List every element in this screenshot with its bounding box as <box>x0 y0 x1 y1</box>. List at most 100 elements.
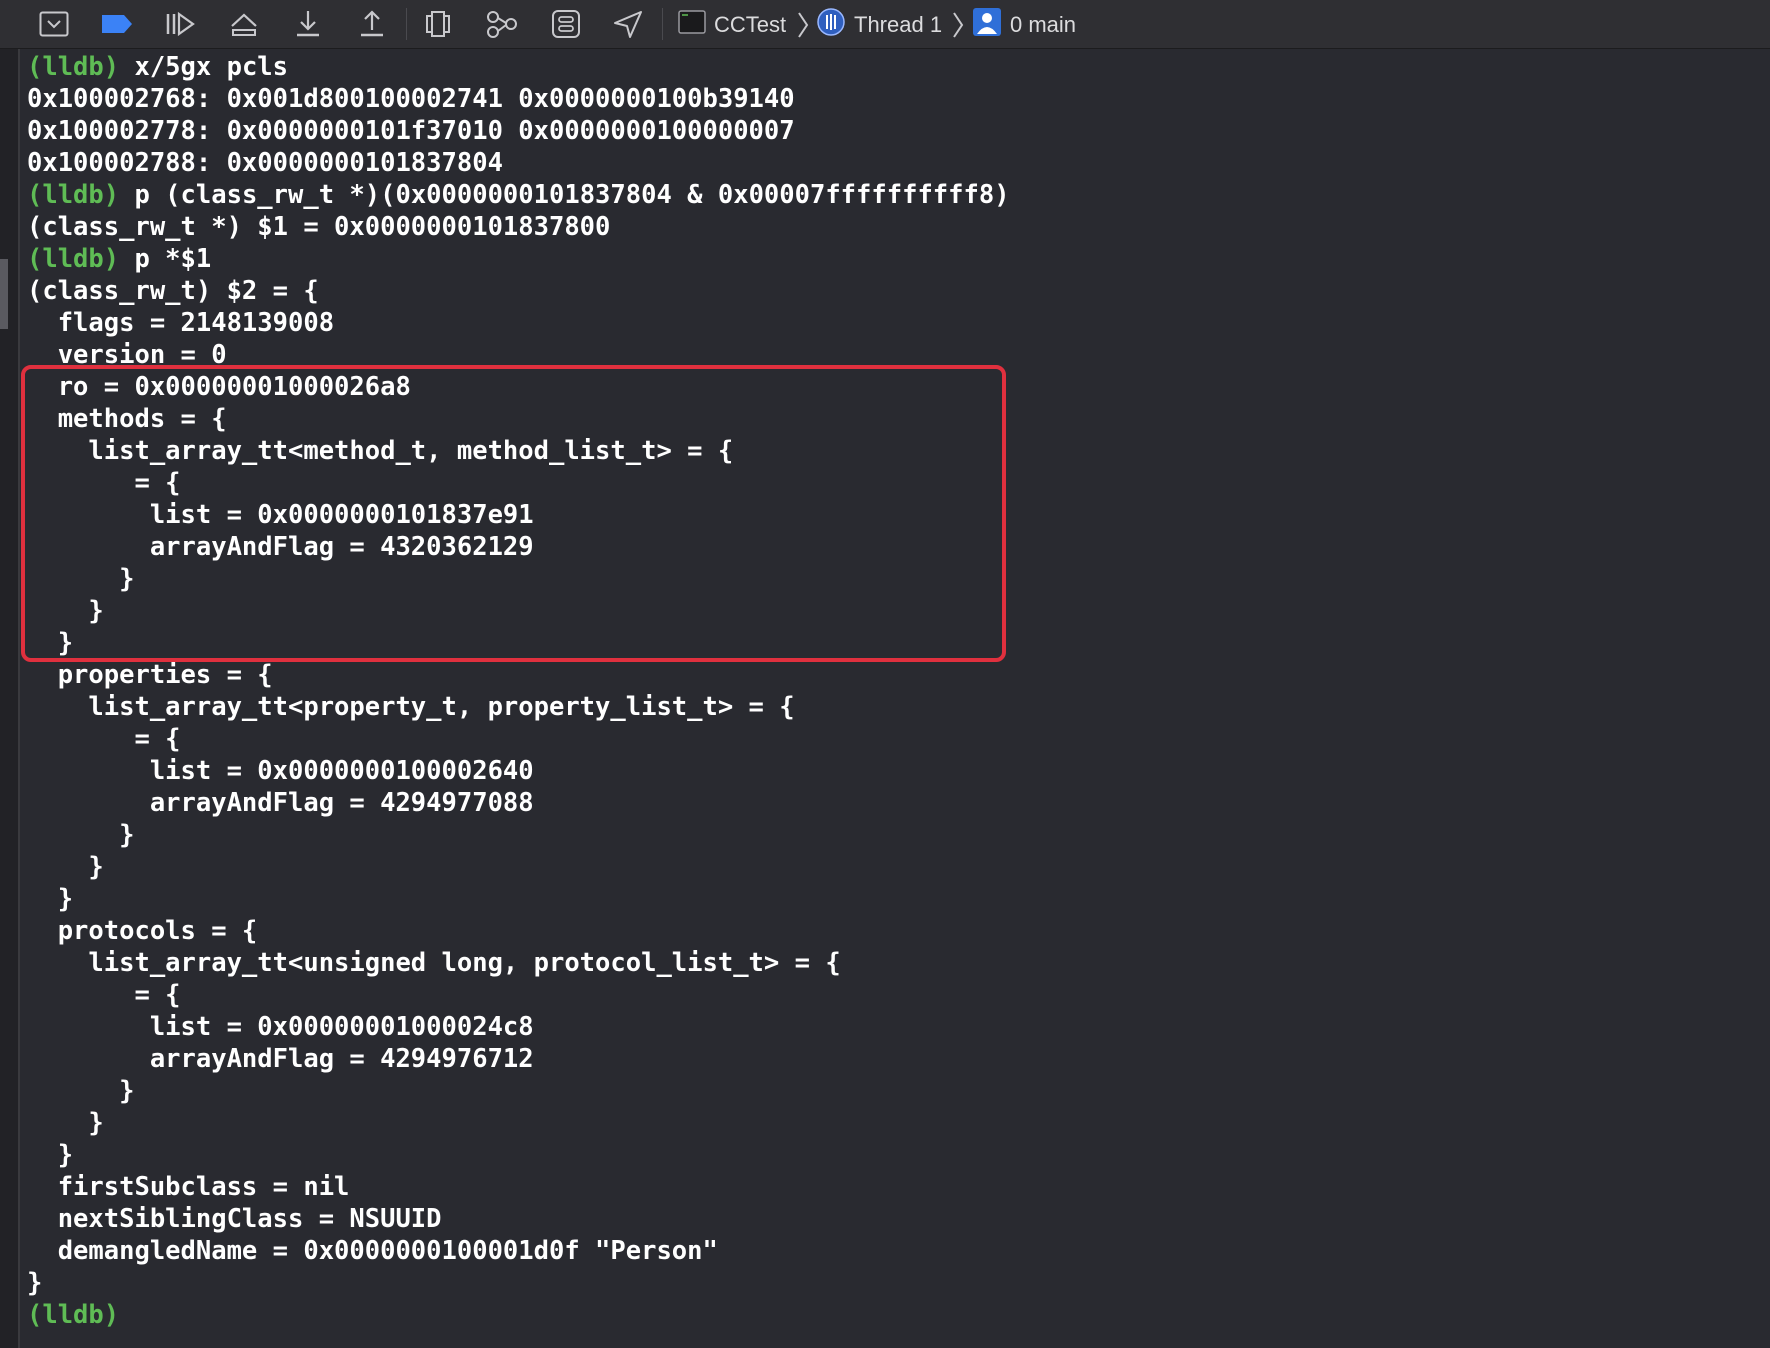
console-line-text: } <box>27 596 104 626</box>
breadcrumb-frame[interactable]: 0 main <box>972 0 1076 49</box>
console-line-text: } <box>27 820 135 850</box>
lldb-prompt: (lldb) <box>27 52 120 82</box>
console-line-text: protocols = { <box>27 916 258 946</box>
console-line-text: = { <box>27 980 181 1010</box>
console-line-text: methods = { <box>27 404 227 434</box>
console-line: = { <box>27 723 1757 755</box>
console-line: (lldb) p (class_rw_t *)(0x00000001018378… <box>27 179 1757 211</box>
console-line: 0x100002788: 0x0000000101837804 <box>27 147 1757 179</box>
console-line-text: } <box>27 1140 74 1170</box>
chevron-right-icon <box>798 12 809 38</box>
toolbar-divider <box>406 8 407 40</box>
left-gutter <box>0 49 20 1348</box>
toolbar-divider <box>662 8 663 40</box>
console-line-text: p (class_rw_t *)(0x0000000101837804 & 0x… <box>119 180 1010 210</box>
console-line: } <box>27 1107 1757 1139</box>
console-line-text: list_array_tt<method_t, method_list_t> =… <box>27 436 734 466</box>
console-line: (lldb) x/5gx pcls <box>27 51 1757 83</box>
console-line-text: 0x100002788: 0x0000000101837804 <box>27 148 503 178</box>
console-line-text: } <box>27 628 74 658</box>
lldb-prompt: (lldb) <box>27 1300 120 1330</box>
console-line-text: list = 0x00000001000024c8 <box>27 1012 534 1042</box>
console-line-text: } <box>27 1076 135 1106</box>
step-over-icon[interactable] <box>224 6 264 42</box>
chevron-right-icon <box>953 12 964 38</box>
console-line: firstSubclass = nil <box>27 1171 1757 1203</box>
console-line: properties = { <box>27 659 1757 691</box>
breakpoints-toggle-icon[interactable] <box>97 6 137 42</box>
console-line: methods = { <box>27 403 1757 435</box>
console-line-text: arrayAndFlag = 4294977088 <box>27 788 534 818</box>
console-line: 0x100002778: 0x0000000101f37010 0x000000… <box>27 115 1757 147</box>
breadcrumb-thread[interactable]: Thread 1 <box>816 0 942 49</box>
thread-icon <box>816 7 846 43</box>
console-line-text: } <box>27 852 104 882</box>
console-line-text: properties = { <box>27 660 273 690</box>
console-line-text: list_array_tt<unsigned long, protocol_li… <box>27 948 841 978</box>
console-line: } <box>27 819 1757 851</box>
debug-memory-graph-icon[interactable] <box>482 6 522 42</box>
console-line: } <box>27 595 1757 627</box>
step-into-icon[interactable] <box>288 6 328 42</box>
console-line: } <box>27 1139 1757 1171</box>
console-line: } <box>27 883 1757 915</box>
console-line: = { <box>27 979 1757 1011</box>
console-line-text: ro = 0x00000001000026a8 <box>27 372 411 402</box>
console-line: protocols = { <box>27 915 1757 947</box>
console-line-text: } <box>27 884 74 914</box>
debug-view-hierarchy-icon[interactable] <box>418 6 458 42</box>
console-line-text: flags = 2148139008 <box>27 308 335 338</box>
console-line-text: } <box>27 1108 104 1138</box>
console-line: version = 0 <box>27 339 1757 371</box>
console-line-text: list = 0x0000000100002640 <box>27 756 534 786</box>
console-line: list_array_tt<property_t, property_list_… <box>27 691 1757 723</box>
console-line: list_array_tt<unsigned long, protocol_li… <box>27 947 1757 979</box>
lldb-prompt: (lldb) <box>27 244 120 274</box>
console-line: ro = 0x00000001000026a8 <box>27 371 1757 403</box>
console-line: 0x100002768: 0x001d800100002741 0x000000… <box>27 83 1757 115</box>
step-out-icon[interactable] <box>352 6 392 42</box>
environment-overrides-icon[interactable] <box>546 6 586 42</box>
console-line-text: list_array_tt<property_t, property_list_… <box>27 692 795 722</box>
console-line-text: list = 0x0000000101837e91 <box>27 500 534 530</box>
console-line: } <box>27 1075 1757 1107</box>
console-line-text: arrayAndFlag = 4320362129 <box>27 532 534 562</box>
console-line: (lldb) <box>27 1299 1757 1331</box>
console-line: arrayAndFlag = 4294976712 <box>27 1043 1757 1075</box>
console-line-text: = { <box>27 468 181 498</box>
console-line: demangledName = 0x0000000100001d0f "Pers… <box>27 1235 1757 1267</box>
console-line-text: x/5gx pcls <box>119 52 289 82</box>
console-line: } <box>27 1267 1757 1299</box>
console-line: (class_rw_t *) $1 = 0x0000000101837800 <box>27 211 1757 243</box>
console-line: list = 0x00000001000024c8 <box>27 1011 1757 1043</box>
console-line: arrayAndFlag = 4320362129 <box>27 531 1757 563</box>
console-line: } <box>27 563 1757 595</box>
lldb-prompt: (lldb) <box>27 180 120 210</box>
console-line-text: (class_rw_t *) $1 = 0x0000000101837800 <box>27 212 611 242</box>
hide-console-icon[interactable] <box>34 6 74 42</box>
lldb-console-output[interactable]: (lldb) x/5gx pcls 0x100002768: 0x001d8001… <box>27 51 1757 1331</box>
console-line-text: 0x100002778: 0x0000000101f37010 0x000000… <box>27 116 795 146</box>
console-line-text: firstSubclass = nil <box>27 1172 350 1202</box>
console-line-text: 0x100002768: 0x001d800100002741 0x000000… <box>27 84 795 114</box>
console-line: } <box>27 851 1757 883</box>
console-line-text: arrayAndFlag = 4294976712 <box>27 1044 534 1074</box>
terminal-app-icon <box>678 9 706 40</box>
simulate-location-icon[interactable] <box>608 6 648 42</box>
user-frame-icon <box>972 7 1002 43</box>
debug-toolbar: CCTest Thread 1 0 main <box>0 0 1770 49</box>
console-line-text: } <box>27 1268 43 1298</box>
breadcrumb-target-label: CCTest <box>714 11 787 37</box>
breadcrumb-frame-label: 0 main <box>1010 11 1077 37</box>
console-line: list = 0x0000000101837e91 <box>27 499 1757 531</box>
console-line: list = 0x0000000100002640 <box>27 755 1757 787</box>
console-line: = { <box>27 467 1757 499</box>
console-line-text: version = 0 <box>27 340 227 370</box>
console-line-text: (class_rw_t) $2 = { <box>27 276 319 306</box>
console-line-text: = { <box>27 724 181 754</box>
console-line-text: } <box>27 564 135 594</box>
breadcrumb-target[interactable]: CCTest <box>678 0 786 49</box>
continue-icon[interactable] <box>160 6 200 42</box>
console-line: nextSiblingClass = NSUUID <box>27 1203 1757 1235</box>
console-line: arrayAndFlag = 4294977088 <box>27 787 1757 819</box>
